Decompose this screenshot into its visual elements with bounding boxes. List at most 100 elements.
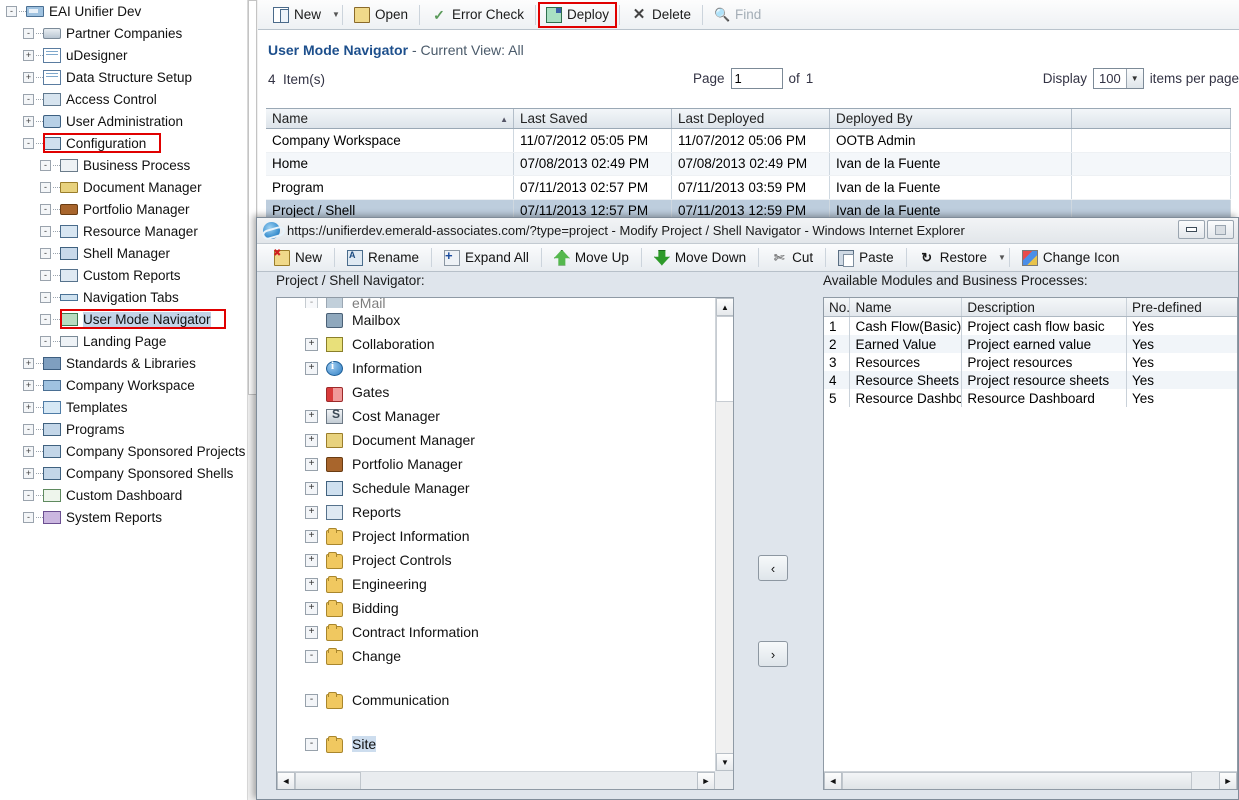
expand-icon[interactable]: +: [305, 458, 318, 471]
tree-item-change[interactable]: -Change: [277, 644, 714, 668]
sidebar-item-resource-manager[interactable]: -Resource Manager: [0, 220, 258, 242]
sidebar-item-configuration[interactable]: -Configuration: [0, 132, 258, 154]
table-row[interactable]: Home07/08/2013 02:49 PM07/08/2013 02:49 …: [266, 153, 1231, 177]
sidebar-item-udesigner[interactable]: +uDesigner: [0, 44, 258, 66]
tree-item-reports[interactable]: +Reports: [277, 500, 714, 524]
tree-item-project-information[interactable]: +Project Information: [277, 524, 714, 548]
error-check-button[interactable]: ✓ Error Check: [422, 3, 533, 27]
tree-item-bidding[interactable]: +Bidding: [277, 596, 714, 620]
expand-icon[interactable]: +: [23, 50, 34, 61]
dialog-cut-button[interactable]: ✄ Cut: [762, 246, 822, 270]
dialog-move-up-button[interactable]: Move Up: [545, 246, 638, 270]
module-row[interactable]: 2Earned ValueProject earned valueYes: [824, 335, 1237, 353]
expand-icon[interactable]: +: [305, 338, 318, 351]
expand-icon[interactable]: +: [305, 482, 318, 495]
dialog-restore-button[interactable]: ↻ Restore: [910, 246, 996, 270]
expand-icon[interactable]: +: [305, 578, 318, 591]
move-left-button[interactable]: ‹: [758, 555, 788, 581]
sidebar-item-standards-libraries[interactable]: +Standards & Libraries: [0, 352, 258, 374]
collapse-icon[interactable]: -: [40, 336, 51, 347]
collapse-icon[interactable]: -: [23, 94, 34, 105]
collapse-icon[interactable]: -: [40, 226, 51, 237]
tree-item-document-manager[interactable]: +Document Manager: [277, 428, 714, 452]
expand-icon[interactable]: +: [305, 506, 318, 519]
expand-icon[interactable]: +: [305, 626, 318, 639]
scroll-up-arrow-icon[interactable]: ▲: [716, 298, 734, 316]
collapse-icon[interactable]: -: [305, 298, 318, 308]
tree-item-email[interactable]: -eMail: [277, 298, 714, 308]
collapse-icon[interactable]: -: [23, 28, 34, 39]
modules-column-no[interactable]: No.: [824, 298, 850, 316]
sidebar-item-user-mode-navigator[interactable]: -User Mode Navigator: [0, 308, 258, 330]
expand-icon[interactable]: +: [305, 554, 318, 567]
collapse-icon[interactable]: -: [305, 694, 318, 707]
sidebar-item-shell-manager[interactable]: -Shell Manager: [0, 242, 258, 264]
modules-column-description[interactable]: Description: [962, 298, 1127, 316]
tree-item-mailbox[interactable]: Mailbox: [277, 308, 714, 332]
expand-icon[interactable]: +: [23, 72, 34, 83]
navigator-tree-panel[interactable]: -eMailMailbox+Collaboration+InformationG…: [276, 297, 734, 790]
sidebar-item-document-manager[interactable]: -Document Manager: [0, 176, 258, 198]
sidebar-item-company-workspace[interactable]: +Company Workspace: [0, 374, 258, 396]
minimize-button[interactable]: [1178, 220, 1205, 239]
scroll-down-arrow-icon[interactable]: ▼: [716, 753, 734, 771]
sidebar-item-landing-page[interactable]: -Landing Page: [0, 330, 258, 352]
tree-item-engineering[interactable]: +Engineering: [277, 572, 714, 596]
dialog-rename-button[interactable]: Rename: [338, 246, 428, 270]
sidebar-item-business-process[interactable]: -Business Process: [0, 154, 258, 176]
table-row[interactable]: Company Workspace11/07/2012 05:05 PM11/0…: [266, 129, 1231, 153]
collapse-icon[interactable]: -: [23, 138, 34, 149]
dialog-move-down-button[interactable]: Move Down: [645, 246, 755, 270]
tree-hscroll-thumb[interactable]: [295, 772, 361, 790]
expand-icon[interactable]: +: [23, 446, 34, 457]
tree-item-contract-information[interactable]: +Contract Information: [277, 620, 714, 644]
column-header-name[interactable]: Name ▲: [266, 109, 514, 128]
expand-icon[interactable]: +: [23, 358, 34, 369]
tree-item-information[interactable]: +Information: [277, 356, 714, 380]
delete-button[interactable]: ✕ Delete: [622, 3, 700, 27]
sidebar-item-system-reports[interactable]: -System Reports: [0, 506, 258, 528]
tree-item-site[interactable]: -Site: [277, 732, 714, 756]
collapse-icon[interactable]: -: [40, 248, 51, 259]
expand-icon[interactable]: +: [23, 116, 34, 127]
module-row[interactable]: 5Resource DashboaResource DashboardYes: [824, 389, 1237, 407]
tree-item-schedule-manager[interactable]: +Schedule Manager: [277, 476, 714, 500]
sidebar-item-custom-dashboard[interactable]: -Custom Dashboard: [0, 484, 258, 506]
new-button[interactable]: New: [264, 3, 330, 27]
page-input[interactable]: [731, 68, 783, 89]
sidebar-item-programs[interactable]: -Programs: [0, 418, 258, 440]
scroll-left-arrow-icon[interactable]: ◄: [277, 772, 295, 790]
collapse-icon[interactable]: -: [23, 490, 34, 501]
collapse-icon[interactable]: -: [23, 512, 34, 523]
module-row[interactable]: 3ResourcesProject resourcesYes: [824, 353, 1237, 371]
sidebar-item-access-control[interactable]: -Access Control: [0, 88, 258, 110]
table-row[interactable]: Program07/11/2013 02:57 PM07/11/2013 03:…: [266, 176, 1231, 200]
modules-column-predefined[interactable]: Pre-defined: [1127, 298, 1237, 316]
tree-item-portfolio-manager[interactable]: +Portfolio Manager: [277, 452, 714, 476]
expand-icon[interactable]: +: [305, 410, 318, 423]
sidebar-item-templates[interactable]: +Templates: [0, 396, 258, 418]
collapse-icon[interactable]: -: [40, 204, 51, 215]
chevron-down-icon[interactable]: ▼: [1126, 69, 1143, 88]
expand-icon[interactable]: +: [23, 468, 34, 479]
collapse-icon[interactable]: -: [40, 270, 51, 281]
expand-icon[interactable]: +: [23, 380, 34, 391]
tree-vscroll-thumb[interactable]: [716, 316, 734, 402]
sidebar-item-navigation-tabs[interactable]: -Navigation Tabs: [0, 286, 258, 308]
sidebar-item-data-structure-setup[interactable]: +Data Structure Setup: [0, 66, 258, 88]
tree-item-collaboration[interactable]: +Collaboration: [277, 332, 714, 356]
column-header-deployed-by[interactable]: Deployed By: [830, 109, 1072, 128]
open-button[interactable]: Open: [345, 3, 417, 27]
expand-icon[interactable]: +: [23, 402, 34, 413]
collapse-icon[interactable]: -: [305, 650, 318, 663]
sidebar-item-company-sponsored-projects[interactable]: +Company Sponsored Projects: [0, 440, 258, 462]
collapse-icon[interactable]: -: [40, 314, 51, 325]
column-header-last-deployed[interactable]: Last Deployed: [672, 109, 830, 128]
collapse-icon[interactable]: -: [305, 738, 318, 751]
tree-item-gates[interactable]: Gates: [277, 380, 714, 404]
sidebar-item-portfolio-manager[interactable]: -Portfolio Manager: [0, 198, 258, 220]
dialog-paste-button[interactable]: Paste: [829, 246, 903, 270]
available-modules-panel[interactable]: No. Name Description Pre-defined 1Cash F…: [823, 297, 1238, 790]
dialog-expand-all-button[interactable]: Expand All: [435, 246, 538, 270]
sidebar-item-user-administration[interactable]: +User Administration: [0, 110, 258, 132]
